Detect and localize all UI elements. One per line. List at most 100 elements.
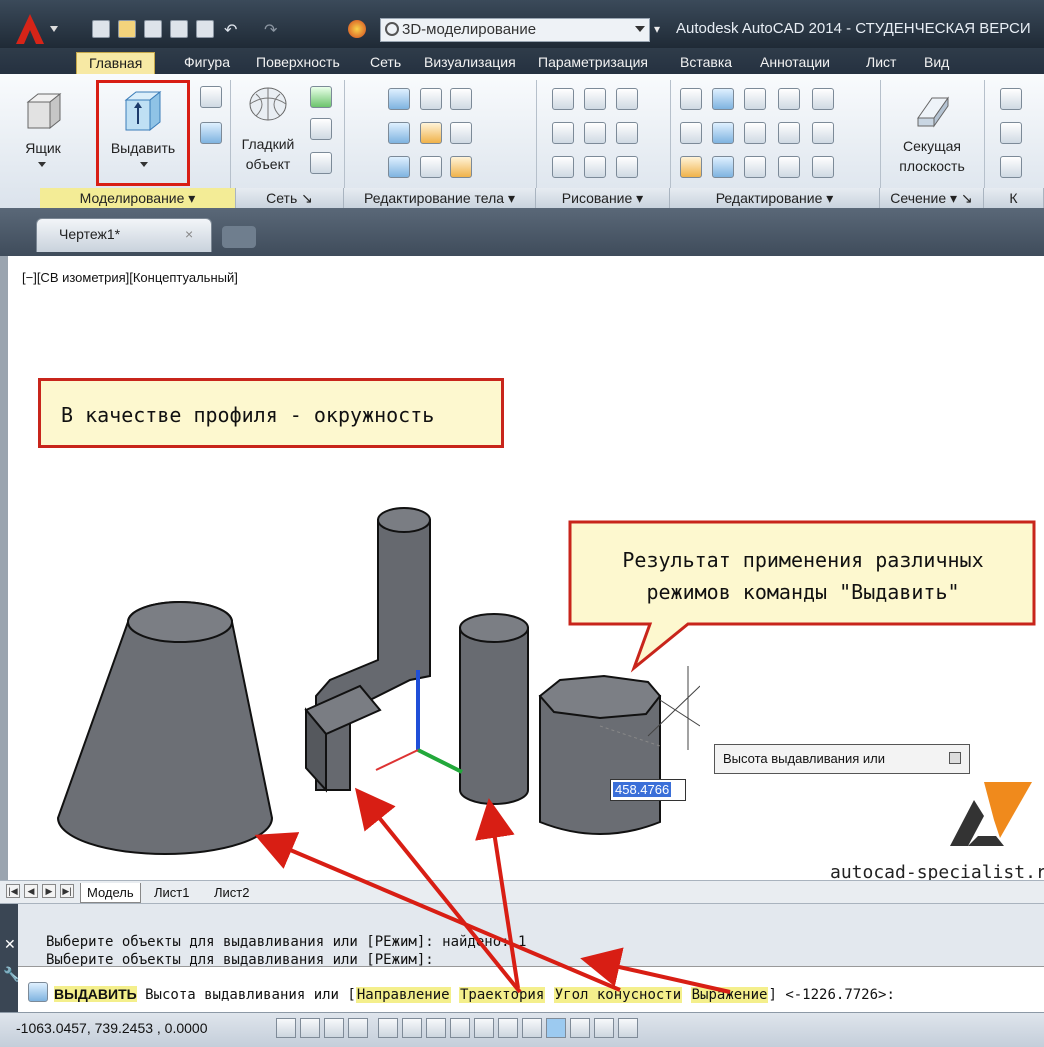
interfere-icon[interactable]: [420, 88, 442, 110]
layout-tab-sheet2[interactable]: Лист2: [214, 883, 249, 902]
box-button-label[interactable]: Ящик: [18, 140, 68, 156]
undo-icon[interactable]: ↶: [224, 20, 237, 40]
annotation-monitor-icon[interactable]: [618, 1018, 638, 1038]
section-plane-label-2[interactable]: плоскость: [892, 158, 972, 174]
redo-icon[interactable]: ↷: [264, 20, 277, 40]
circle-icon[interactable]: [616, 122, 638, 144]
ortho-mode-icon[interactable]: [348, 1018, 368, 1038]
move-icon[interactable]: [744, 88, 766, 110]
dynamic-ucs-icon[interactable]: [474, 1018, 494, 1038]
infer-constraints-icon[interactable]: [276, 1018, 296, 1038]
workspace-select[interactable]: 3D-моделирование: [380, 18, 650, 42]
separate-icon[interactable]: [450, 88, 472, 110]
tab-mesh[interactable]: Сеть: [370, 52, 401, 74]
dynamic-input-icon[interactable]: [498, 1018, 518, 1038]
snap-mode-icon[interactable]: [300, 1018, 320, 1038]
extrude-button-label[interactable]: Выдавить: [100, 140, 186, 156]
qat-customize-icon[interactable]: ▾: [654, 22, 668, 36]
tab-insert[interactable]: Вставка: [680, 52, 732, 74]
tab-view[interactable]: Вид: [924, 52, 949, 74]
section-plane-icon[interactable]: [912, 88, 952, 128]
offset-icon[interactable]: [744, 122, 766, 144]
tab-annotate[interactable]: Аннотации: [760, 52, 830, 74]
rectangle-icon[interactable]: [584, 156, 606, 178]
last-layout-icon[interactable]: ▶|: [60, 884, 74, 898]
chevron-down-icon[interactable]: [140, 162, 148, 167]
viewport-controls-label[interactable]: [−][СВ изометрия][Концептуальный]: [22, 270, 238, 285]
extract-edges-icon[interactable]: [450, 122, 472, 144]
paint-icon[interactable]: [680, 156, 702, 178]
command-line-handle[interactable]: [0, 904, 18, 1012]
stretch-icon[interactable]: [744, 156, 766, 178]
print-icon[interactable]: [196, 20, 214, 38]
open-file-icon[interactable]: [118, 20, 136, 38]
3d-object-snap-icon[interactable]: [426, 1018, 446, 1038]
spline-icon[interactable]: [552, 122, 574, 144]
polygon-3d-icon[interactable]: [584, 88, 606, 110]
polysolid-icon[interactable]: [200, 86, 222, 108]
close-icon[interactable]: ×: [185, 226, 193, 242]
align-icon[interactable]: [778, 122, 800, 144]
panel-section[interactable]: Сечение ▾ ↘: [880, 188, 984, 208]
object-snap-tracking-icon[interactable]: [450, 1018, 470, 1038]
extrude-icon[interactable]: [118, 90, 166, 134]
option-expression[interactable]: Выражение: [690, 987, 769, 1003]
panel-modeling[interactable]: Моделирование ▾: [40, 188, 236, 208]
autocad-logo-icon[interactable]: [12, 12, 64, 46]
file-tab-drawing1[interactable]: Чертеж1* ×: [36, 218, 212, 252]
layout-tab-model[interactable]: Модель: [80, 883, 141, 903]
next-layout-icon[interactable]: ▶: [42, 884, 56, 898]
lineweight-icon[interactable]: [522, 1018, 542, 1038]
new-file-icon[interactable]: [92, 20, 110, 38]
slice-icon[interactable]: [420, 122, 442, 144]
tab-layout[interactable]: Лист: [866, 52, 896, 74]
command-prompt[interactable]: ВЫДАВИТЬ Высота выдавливания или [Направ…: [54, 986, 895, 1003]
object-snap-icon[interactable]: [402, 1018, 422, 1038]
copy-icon[interactable]: [778, 88, 800, 110]
tab-surface[interactable]: Поверхность: [256, 52, 340, 74]
line-icon[interactable]: [584, 122, 606, 144]
union-icon[interactable]: [388, 88, 410, 110]
polygon-icon[interactable]: [552, 156, 574, 178]
smooth-object-label-1[interactable]: Гладкий: [238, 136, 298, 152]
section-plane-label-1[interactable]: Секущая: [892, 138, 972, 154]
grid-display-icon[interactable]: [324, 1018, 344, 1038]
quick-properties-icon[interactable]: [570, 1018, 590, 1038]
option-direction[interactable]: Направление: [355, 987, 451, 1003]
mesh-icon[interactable]: [310, 86, 332, 108]
layout-tab-sheet1[interactable]: Лист1: [154, 883, 189, 902]
coordinates-icon[interactable]: [1000, 88, 1022, 110]
option-taper-angle[interactable]: Угол конусности: [553, 987, 683, 1003]
smooth-object-label-2[interactable]: объект: [238, 156, 298, 172]
panel-coordinates[interactable]: К: [984, 188, 1044, 208]
selection-cycling-icon[interactable]: [594, 1018, 614, 1038]
extrude-height-input[interactable]: 458.4766: [610, 779, 686, 801]
mesh-primitive-icon[interactable]: [310, 118, 332, 140]
subtract-icon[interactable]: [388, 122, 410, 144]
ucs-view-icon[interactable]: [1000, 156, 1022, 178]
group-icon[interactable]: [812, 156, 834, 178]
tab-parametric[interactable]: Параметризация: [538, 52, 648, 74]
scale-icon[interactable]: [680, 88, 702, 110]
erase-icon[interactable]: [778, 156, 800, 178]
panel-mesh[interactable]: Сеть ↘: [236, 188, 344, 208]
arc-icon[interactable]: [616, 88, 638, 110]
save-as-icon[interactable]: [170, 20, 188, 38]
mirror-3d-icon[interactable]: [712, 156, 734, 178]
chamfer-icon[interactable]: [812, 122, 834, 144]
thicken-icon[interactable]: [420, 156, 442, 178]
panel-solid-editing[interactable]: Редактирование тела ▾: [344, 188, 536, 208]
options-dropdown-icon[interactable]: [949, 752, 961, 764]
solids-scene[interactable]: [20, 500, 700, 860]
extrude-height-value[interactable]: 458.4766: [613, 782, 672, 797]
close-icon[interactable]: ✕: [4, 936, 16, 953]
option-path[interactable]: Траектория: [459, 987, 546, 1003]
panel-draw[interactable]: Рисование ▾: [536, 188, 670, 208]
ellipse-icon[interactable]: [616, 156, 638, 178]
tab-home[interactable]: Главная: [76, 52, 156, 74]
fillet-icon[interactable]: [680, 122, 702, 144]
box-icon[interactable]: [20, 90, 66, 134]
extrude-command-icon[interactable]: [28, 982, 48, 1002]
trim-icon[interactable]: [812, 88, 834, 110]
chevron-down-icon[interactable]: [38, 162, 46, 167]
